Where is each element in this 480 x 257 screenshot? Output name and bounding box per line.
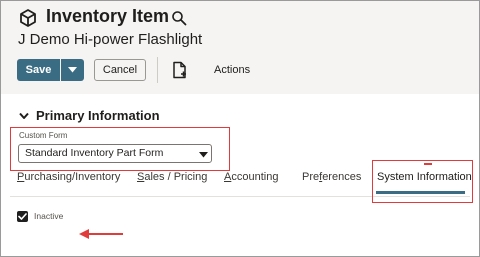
inactive-label: Inactive: [34, 211, 64, 221]
inactive-checkbox[interactable]: [17, 211, 28, 222]
highlight-box: [372, 160, 473, 203]
tab-purchasing-inventory[interactable]: Purchasing/Inventory: [17, 171, 120, 183]
save-button[interactable]: Save: [17, 59, 60, 81]
section-title-primary-information[interactable]: Primary Information: [36, 108, 160, 123]
new-document-icon[interactable]: [172, 61, 188, 79]
checkmark-icon: [18, 213, 27, 220]
cancel-button[interactable]: Cancel: [94, 59, 146, 81]
highlight-box: [10, 127, 230, 171]
record-type-title: Inventory Item: [46, 6, 170, 26]
chevron-down-icon: [68, 67, 77, 73]
actions-menu[interactable]: Actions: [214, 64, 250, 76]
save-menu-button[interactable]: [61, 59, 84, 81]
record-cube-icon: [20, 9, 36, 27]
chevron-down-icon[interactable]: [19, 112, 29, 120]
tab-accounting[interactable]: Accounting: [224, 171, 278, 183]
tab-sales-pricing[interactable]: Sales / Pricing: [137, 171, 207, 183]
search-icon[interactable]: [171, 10, 187, 26]
annotation-arrow-icon: [79, 229, 123, 239]
record-name: J Demo Hi-power Flashlight: [18, 31, 203, 48]
toolbar-divider: [157, 57, 158, 83]
tab-preferences[interactable]: Preferences: [302, 171, 361, 183]
